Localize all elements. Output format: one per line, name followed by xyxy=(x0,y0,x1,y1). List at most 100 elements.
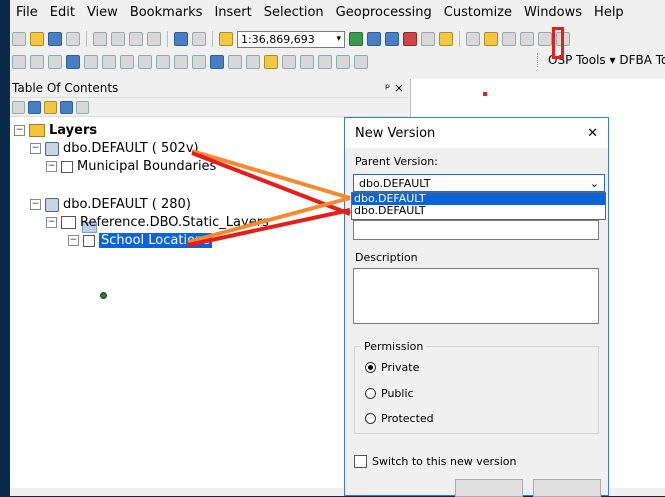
menu-bookmarks[interactable]: Bookmarks xyxy=(124,5,209,20)
toc-title: Table Of Contents xyxy=(12,81,119,95)
search-window-icon[interactable] xyxy=(385,32,399,46)
map-scale-combobox[interactable]: 1:36,869,693 ▾ xyxy=(237,30,345,48)
dropdown-option[interactable]: dbo.DEFAULT xyxy=(352,205,605,217)
collapse-icon[interactable]: − xyxy=(46,217,57,228)
menu-windows[interactable]: Windows xyxy=(518,5,588,20)
paste-icon[interactable] xyxy=(129,32,143,46)
description-label: Description xyxy=(355,251,418,264)
ok-button[interactable] xyxy=(455,479,523,497)
print-icon[interactable] xyxy=(66,32,80,46)
back-extent-icon[interactable] xyxy=(120,55,134,69)
go-to-xy-icon[interactable] xyxy=(318,55,332,69)
radio-public[interactable]: Public xyxy=(365,387,414,400)
collapse-icon[interactable]: − xyxy=(68,235,79,246)
menu-bar: File Edit View Bookmarks Insert Selectio… xyxy=(10,0,665,24)
time-slider-icon[interactable] xyxy=(336,55,350,69)
arctoolbox-icon[interactable] xyxy=(403,32,417,46)
fixed-zoom-out-icon[interactable] xyxy=(102,55,116,69)
find-icon[interactable] xyxy=(282,55,296,69)
reconcile-icon[interactable] xyxy=(520,32,534,46)
create-version-icon[interactable] xyxy=(484,32,498,46)
add-data-icon[interactable] xyxy=(219,32,233,46)
versioning-icon[interactable] xyxy=(466,32,480,46)
refresh-version-icon[interactable] xyxy=(502,32,516,46)
pan-icon[interactable] xyxy=(48,55,62,69)
modelbuilder-icon[interactable] xyxy=(439,32,453,46)
save-icon[interactable] xyxy=(48,32,62,46)
toolbar-separator xyxy=(86,31,87,47)
menu-edit[interactable]: Edit xyxy=(44,5,81,20)
cancel-button[interactable] xyxy=(533,479,601,497)
dialog-titlebar: New Version ✕ xyxy=(345,118,608,148)
menu-view[interactable]: View xyxy=(81,5,124,20)
new-map-icon[interactable] xyxy=(12,32,26,46)
python-icon[interactable] xyxy=(421,32,435,46)
tree-node-municipal-boundaries[interactable]: − Municipal Boundaries xyxy=(46,159,216,174)
radio-button[interactable] xyxy=(365,388,376,399)
collapse-icon[interactable]: − xyxy=(30,143,41,154)
dfba-tools-menu[interactable]: DFBA Too xyxy=(619,53,665,67)
layer-visibility-checkbox[interactable] xyxy=(83,234,95,247)
redo-icon[interactable] xyxy=(192,32,206,46)
annotation-highlight-box xyxy=(552,27,564,59)
zoom-out-icon[interactable] xyxy=(30,55,44,69)
menu-geoprocessing[interactable]: Geoprocessing xyxy=(330,5,438,20)
description-textarea[interactable] xyxy=(353,268,599,324)
standard-toolbar: 1:36,869,693 ▾ xyxy=(10,28,665,50)
viewer-window-icon[interactable] xyxy=(354,55,368,69)
delete-icon[interactable] xyxy=(147,32,161,46)
tree-node-school-locations[interactable]: − School Locations xyxy=(68,233,213,248)
collapse-icon[interactable]: − xyxy=(30,199,41,210)
select-elements-icon[interactable] xyxy=(192,55,206,69)
html-popup-icon[interactable] xyxy=(246,55,260,69)
editor-icon[interactable] xyxy=(349,32,363,46)
post-icon[interactable] xyxy=(538,32,552,46)
forward-extent-icon[interactable] xyxy=(138,55,152,69)
switch-version-checkbox[interactable] xyxy=(354,455,367,468)
select-features-icon[interactable] xyxy=(156,55,170,69)
switch-version-checkbox-row[interactable]: Switch to this new version xyxy=(354,455,517,468)
menu-insert[interactable]: Insert xyxy=(208,5,257,20)
radio-protected[interactable]: Protected xyxy=(365,412,434,425)
zoom-in-icon[interactable] xyxy=(12,55,26,69)
tree-node-db1[interactable]: − dbo.DEFAULT ( 502v) xyxy=(30,141,199,156)
full-extent-icon[interactable] xyxy=(66,55,80,69)
list-by-source-icon[interactable] xyxy=(28,100,41,114)
radio-private[interactable]: Private xyxy=(365,361,419,374)
pin-icon[interactable]: ᵖ xyxy=(385,81,390,95)
collapse-icon[interactable]: − xyxy=(14,125,25,136)
radio-button[interactable] xyxy=(365,413,376,424)
copy-icon[interactable] xyxy=(111,32,125,46)
close-icon[interactable]: × xyxy=(394,81,404,95)
tree-node-static-layers[interactable]: − Reference.DBO.Static_Layers xyxy=(46,215,269,230)
menu-selection[interactable]: Selection xyxy=(258,5,330,20)
cut-icon[interactable] xyxy=(93,32,107,46)
parent-version-dropdown[interactable]: dbo.DEFAULT ⌄ xyxy=(353,174,605,192)
toc-options-icon[interactable] xyxy=(76,100,89,114)
chevron-down-icon: ⌄ xyxy=(589,176,599,190)
undo-icon[interactable] xyxy=(174,32,188,46)
identify-icon[interactable] xyxy=(210,55,224,69)
tree-node-layers[interactable]: − Layers xyxy=(14,123,97,138)
clear-selection-icon[interactable] xyxy=(174,55,188,69)
tree-label-db2: dbo.DEFAULT ( 280) xyxy=(63,197,191,212)
collapse-icon[interactable]: − xyxy=(46,161,57,172)
radio-button[interactable] xyxy=(365,362,376,373)
fixed-zoom-in-icon[interactable] xyxy=(84,55,98,69)
close-icon[interactable]: ✕ xyxy=(587,126,598,141)
list-by-selection-icon[interactable] xyxy=(60,100,73,114)
open-icon[interactable] xyxy=(30,32,44,46)
menu-help[interactable]: Help xyxy=(588,5,630,20)
layer-visibility-checkbox[interactable] xyxy=(61,160,73,173)
measure-icon[interactable] xyxy=(264,55,278,69)
hyperlink-icon[interactable] xyxy=(228,55,242,69)
list-by-drawing-order-icon[interactable] xyxy=(12,100,25,114)
tree-node-db2[interactable]: − dbo.DEFAULT ( 280) xyxy=(30,197,191,212)
menu-file[interactable]: File xyxy=(10,5,44,20)
tree-label-school-locations: School Locations xyxy=(99,233,213,248)
version-name-input[interactable] xyxy=(353,220,599,240)
menu-customize[interactable]: Customize xyxy=(438,5,518,20)
catalog-icon[interactable] xyxy=(367,32,381,46)
find-route-icon[interactable] xyxy=(300,55,314,69)
list-by-visibility-icon[interactable] xyxy=(44,100,57,114)
